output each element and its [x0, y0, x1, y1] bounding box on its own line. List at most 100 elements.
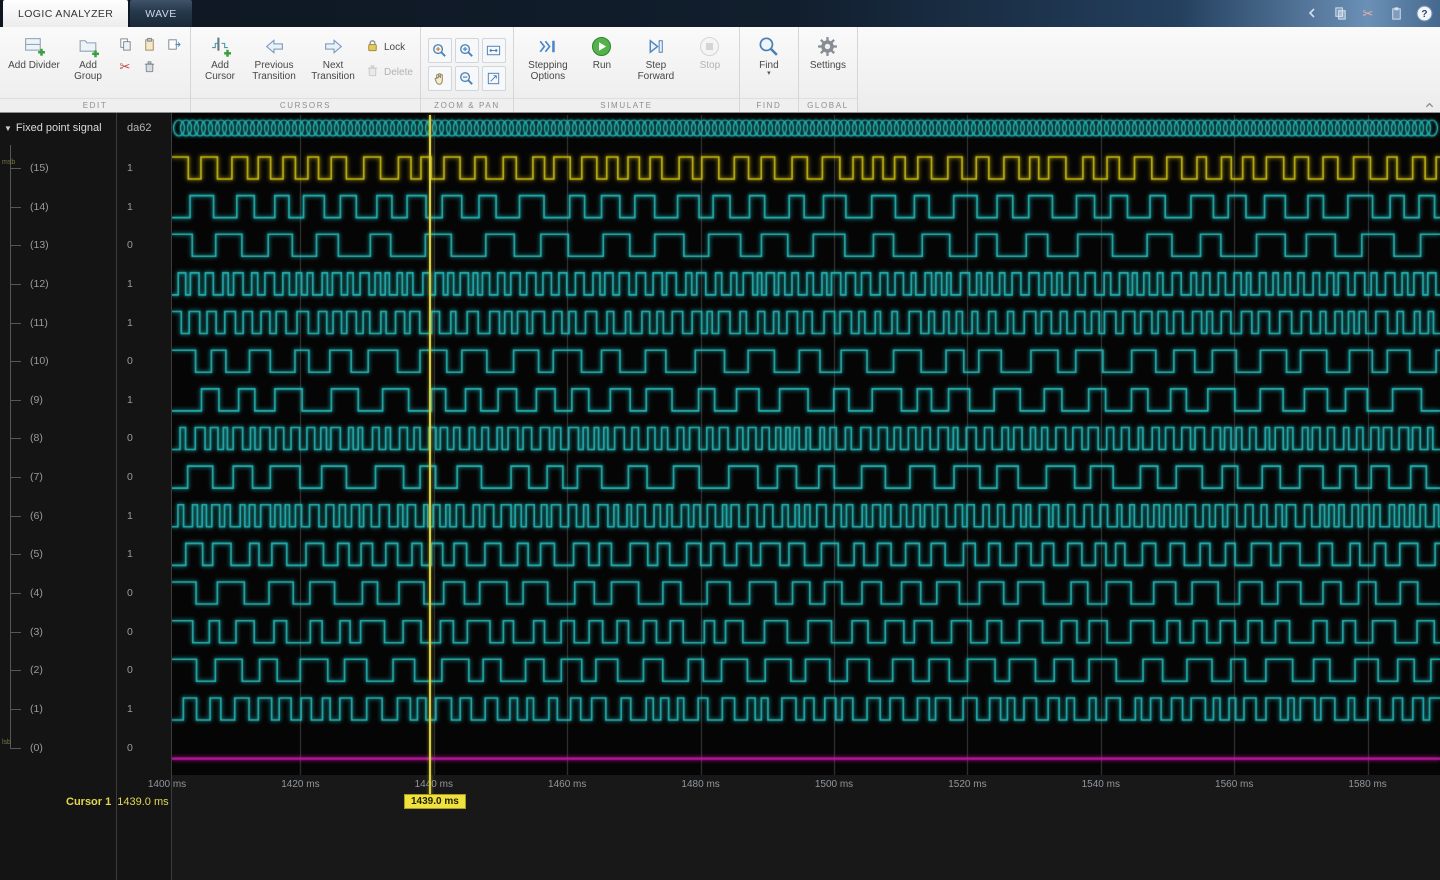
fit-width-button[interactable] [482, 38, 506, 63]
pan-button[interactable] [428, 66, 452, 91]
toolbar-group-zoom-pan: ZOOM & PAN [421, 27, 514, 112]
signal-name-text: (6) [30, 510, 43, 522]
bus-signal-header[interactable]: ▼ Fixed point signal [4, 122, 102, 134]
step-forward-icon [644, 33, 667, 60]
signal-label[interactable]: lsb (0) [0, 739, 116, 757]
bus-value: da62 [127, 122, 151, 134]
paste-icon[interactable] [1386, 3, 1406, 23]
signal-label[interactable]: (6) [0, 507, 116, 525]
toolbar-filler [858, 27, 1440, 112]
toolbar-group-find: Find ▾ FIND [740, 27, 799, 112]
cut-button[interactable]: ✂ [115, 57, 135, 75]
run-button[interactable]: Run [580, 30, 624, 71]
signal-label[interactable]: (9) [0, 391, 116, 409]
find-button[interactable]: Find ▾ [747, 30, 791, 77]
tab-logic-analyzer[interactable]: LOGIC ANALYZER [3, 0, 128, 27]
tree-tick [10, 477, 21, 478]
add-group-button[interactable]: Add Group [66, 30, 110, 82]
signal-label[interactable]: (5) [0, 545, 116, 563]
hide-toolstrip-icon[interactable] [1302, 3, 1322, 23]
next-transition-button[interactable]: Next Transition [306, 30, 360, 82]
signal-label[interactable]: (2) [0, 661, 116, 679]
axis-tick-label: 1480 ms [681, 779, 719, 790]
copy-icon[interactable] [1330, 3, 1350, 23]
paste-button[interactable] [139, 35, 159, 53]
axis-tick-label: 1540 ms [1082, 779, 1120, 790]
settings-button[interactable]: Settings [806, 30, 850, 71]
zoom-out-button[interactable] [455, 66, 479, 91]
signal-label[interactable]: (13) [0, 236, 116, 254]
previous-transition-icon [263, 33, 286, 60]
signal-name-text: (10) [30, 355, 49, 367]
tree-tick [10, 438, 21, 439]
add-cursor-icon [209, 33, 232, 60]
zoom-in-button[interactable] [455, 38, 479, 63]
signal-name-text: (9) [30, 394, 43, 406]
signal-value: 0 [127, 661, 167, 679]
help-icon[interactable]: ? [1414, 3, 1434, 23]
signal-value: 0 [127, 623, 167, 641]
stop-icon [698, 33, 721, 60]
fit-to-view-button[interactable] [482, 66, 506, 91]
tree-tick [10, 168, 21, 169]
signal-label[interactable]: (8) [0, 429, 116, 447]
add-divider-button[interactable]: Add Divider [7, 30, 61, 71]
cut-icon[interactable]: ✂ [1358, 3, 1378, 23]
zoom-in-time-button[interactable] [428, 38, 452, 63]
signal-name-text: (0) [30, 742, 43, 754]
tree-tick [10, 245, 21, 246]
scissors-glyph: ✂ [1363, 7, 1374, 20]
group-label-zoom-pan: ZOOM & PAN [421, 98, 513, 112]
signal-name-text: (5) [30, 548, 43, 560]
signal-label[interactable]: (14) [0, 198, 116, 216]
add-cursor-button[interactable]: Add Cursor [198, 30, 242, 82]
stepping-options-button[interactable]: Stepping Options [521, 30, 575, 82]
signal-name-text: (3) [30, 626, 43, 638]
next-transition-icon [322, 33, 345, 60]
signal-label[interactable]: (1) [0, 700, 116, 718]
signal-value: 1 [127, 198, 167, 216]
signal-label[interactable]: (10) [0, 352, 116, 370]
cursor-time-flag[interactable]: 1439.0 ms [404, 794, 466, 809]
toolbar-group-global: Settings GLOBAL [799, 27, 858, 112]
tree-tick [10, 361, 21, 362]
delete-button[interactable] [139, 57, 159, 75]
axis-tick-label: 1560 ms [1215, 779, 1253, 790]
waveform-canvas[interactable] [172, 115, 1440, 775]
cursor-name: Cursor 1 [66, 796, 111, 808]
lock-cursor-button[interactable]: Lock [365, 38, 413, 56]
collapse-toolstrip-icon[interactable] [1422, 100, 1436, 111]
tree-tick [10, 632, 21, 633]
copy-button[interactable] [115, 35, 135, 53]
axis-tick-label: 1440 ms [415, 779, 453, 790]
signal-label[interactable]: (11) [0, 314, 116, 332]
signal-name-text: (15) [30, 162, 49, 174]
toolbar-group-edit: Add Divider Add Group [0, 27, 191, 112]
time-cursor-line[interactable] [429, 115, 431, 795]
bit-order-tag: lsb [2, 739, 11, 746]
duplicate-button[interactable] [163, 35, 183, 53]
step-forward-button[interactable]: Step Forward [629, 30, 683, 82]
settings-gear-icon [816, 33, 839, 60]
signal-name-text: (14) [30, 201, 49, 213]
signal-name-text: (12) [30, 278, 49, 290]
tree-tick [10, 323, 21, 324]
previous-transition-button[interactable]: Previous Transition [247, 30, 301, 82]
stop-button[interactable]: Stop [688, 30, 732, 71]
signal-label[interactable]: msb(15) [0, 159, 116, 177]
tree-tick [10, 709, 21, 710]
signal-label[interactable]: (12) [0, 275, 116, 293]
signal-values-panel: da62 1101101001100010 [117, 113, 172, 880]
axis-tick-label: 1400 ms [148, 779, 186, 790]
tree-tick [10, 748, 21, 749]
signal-label[interactable]: (7) [0, 468, 116, 486]
tab-wave[interactable]: WAVE [130, 0, 191, 27]
collapse-bus-icon[interactable]: ▼ [4, 124, 12, 133]
find-icon [757, 33, 780, 60]
signal-label[interactable]: (4) [0, 584, 116, 602]
delete-cursor-button[interactable]: Delete [365, 63, 413, 81]
axis-tick-label: 1420 ms [281, 779, 319, 790]
signal-label[interactable]: (3) [0, 623, 116, 641]
axis-tick-label: 1500 ms [815, 779, 853, 790]
cursor-value: 1439.0 ms [117, 796, 168, 808]
